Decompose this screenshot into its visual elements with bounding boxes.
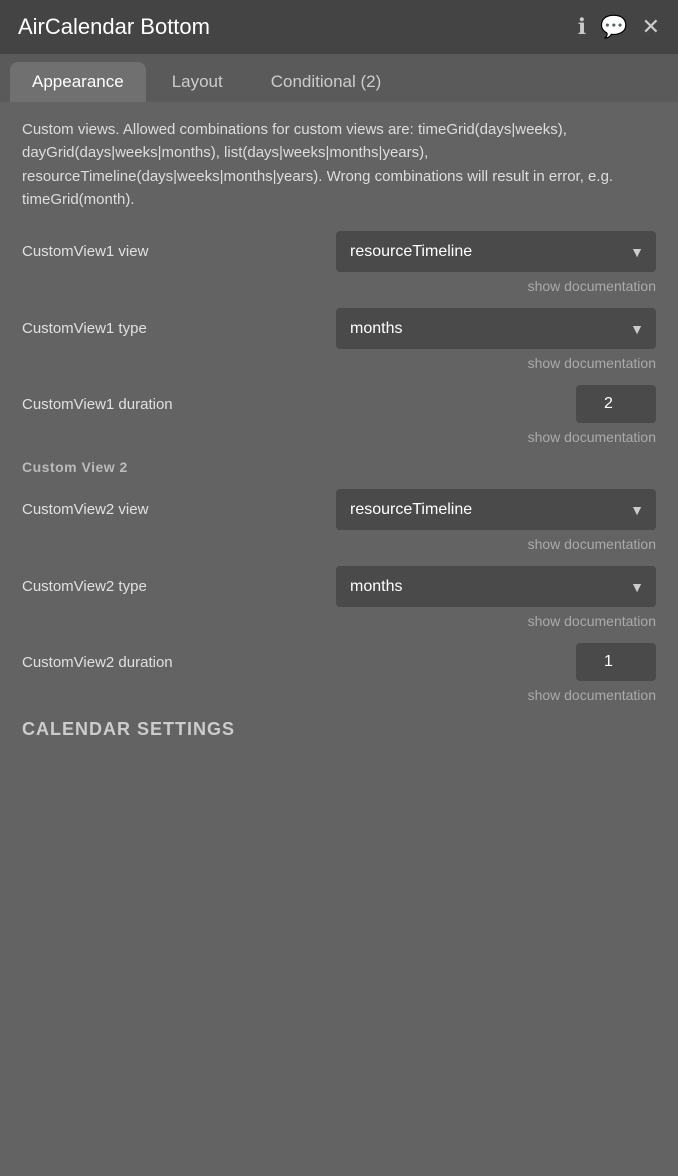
content-area: Custom views. Allowed combinations for c… [0,102,678,1176]
calendar-settings-label: CALENDAR SETTINGS [22,719,656,740]
customview2-type-row: CustomView2 type months days weeks years… [22,566,656,607]
customview2-type-label: CustomView2 type [22,578,147,595]
tab-conditional[interactable]: Conditional (2) [249,62,404,102]
description-text: Custom views. Allowed combinations for c… [22,118,656,211]
customview1-type-row: CustomView1 type months days weeks years… [22,308,656,349]
customview1-view-row: CustomView1 view resourceTimeline timeGr… [22,231,656,272]
customview2-view-row: CustomView2 view resourceTimeline timeGr… [22,489,656,530]
panel-title: AirCalendar Bottom [18,14,210,40]
customview2-view-label: CustomView2 view [22,501,148,518]
header-icons: ℹ 💬 ✕ [578,14,660,40]
customview1-view-select-wrapper: resourceTimeline timeGrid dayGrid list ▼ [336,231,656,272]
customview1-duration-row: CustomView1 duration [22,385,656,423]
customview2-duration-row: CustomView2 duration [22,643,656,681]
customview2-duration-label: CustomView2 duration [22,654,173,671]
customview1-duration-doc-link[interactable]: show documentation [22,429,656,445]
customview1-duration-input[interactable] [576,385,656,423]
tab-appearance[interactable]: Appearance [10,62,146,102]
info-icon[interactable]: ℹ [578,14,586,40]
tab-layout[interactable]: Layout [150,62,245,102]
customview1-type-label: CustomView1 type [22,320,147,337]
tabs-bar: Appearance Layout Conditional (2) [0,54,678,102]
customview2-duration-control [336,643,656,681]
customview2-type-select[interactable]: months days weeks years [336,566,656,607]
customview2-view-select-wrapper: resourceTimeline timeGrid dayGrid list ▼ [336,489,656,530]
header: AirCalendar Bottom ℹ 💬 ✕ [0,0,678,54]
comment-icon[interactable]: 💬 [600,14,627,40]
customview1-type-doc-link[interactable]: show documentation [22,355,656,371]
customview1-view-label: CustomView1 view [22,243,148,260]
customview2-view-doc-link[interactable]: show documentation [22,536,656,552]
customview1-duration-control [336,385,656,423]
customview1-view-doc-link[interactable]: show documentation [22,278,656,294]
customview2-type-doc-link[interactable]: show documentation [22,613,656,629]
customview1-duration-label: CustomView1 duration [22,396,173,413]
customview2-view-select[interactable]: resourceTimeline timeGrid dayGrid list [336,489,656,530]
close-icon[interactable]: ✕ [642,14,660,40]
panel: AirCalendar Bottom ℹ 💬 ✕ Appearance Layo… [0,0,678,1176]
customview2-duration-input[interactable] [576,643,656,681]
customview2-section-label: Custom View 2 [22,459,656,475]
customview1-type-select-wrapper: months days weeks years ▼ [336,308,656,349]
customview1-view-select[interactable]: resourceTimeline timeGrid dayGrid list [336,231,656,272]
customview2-type-select-wrapper: months days weeks years ▼ [336,566,656,607]
customview1-type-select[interactable]: months days weeks years [336,308,656,349]
customview2-duration-doc-link[interactable]: show documentation [22,687,656,703]
